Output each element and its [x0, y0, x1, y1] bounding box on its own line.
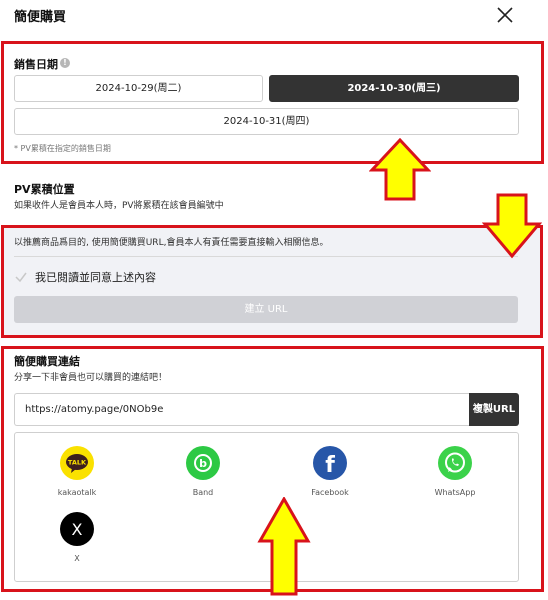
up-arrow-icon: [369, 138, 431, 201]
annotation-box-consent: [1, 225, 543, 338]
pv-location-title: PV累積位置: [14, 183, 75, 196]
annotation-box-sales-date: [1, 41, 544, 164]
modal-title: 簡便購買: [14, 10, 67, 25]
down-arrow-icon: [482, 193, 542, 259]
modal-header: 簡便購買: [0, 0, 548, 32]
close-icon[interactable]: [494, 4, 516, 26]
up-arrow-icon: [257, 497, 311, 596]
pv-location-description: 如果收件人是會員本人時，PV將累積在該會員編號中: [14, 201, 224, 211]
